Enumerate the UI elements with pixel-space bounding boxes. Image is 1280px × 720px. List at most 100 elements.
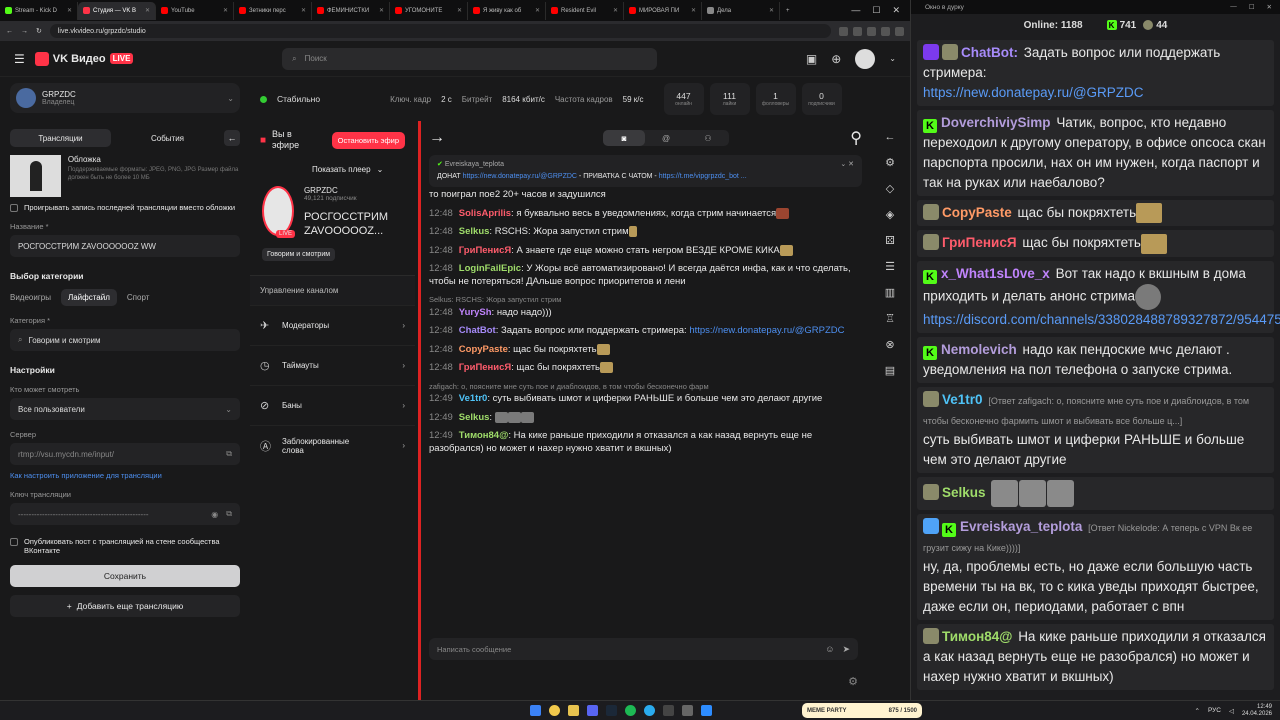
copy-icon[interactable]: ⧉ xyxy=(226,449,232,459)
close-icon[interactable]: ✕ xyxy=(892,5,900,16)
dice-icon[interactable]: ⚄ xyxy=(885,234,895,247)
message-user[interactable]: Тимон84@ xyxy=(942,629,1012,644)
extension-icon[interactable] xyxy=(895,26,904,36)
menu-item-blocked-words[interactable]: Ⓐ Заблокированные слова › xyxy=(250,425,415,465)
settings-icon[interactable]: ⚙ xyxy=(885,156,895,169)
chrome-icon[interactable] xyxy=(549,705,560,716)
app-icon[interactable] xyxy=(701,705,712,716)
chat-input[interactable]: Написать сообщение ☺ ➤ xyxy=(429,638,858,660)
save-button[interactable]: Сохранить xyxy=(10,565,240,587)
media-icon[interactable]: ▤ xyxy=(885,364,895,377)
folder-icon[interactable] xyxy=(568,705,579,716)
tab-lifestyle[interactable]: Лайфстайл xyxy=(60,289,117,306)
show-player-button[interactable]: Показать плеер ⌄ xyxy=(312,165,415,174)
browser-tab[interactable]: Дела ✕ xyxy=(702,1,780,20)
message-user[interactable]: LoginFailEpic xyxy=(459,263,521,274)
menu-item-moderators[interactable]: ✈ Модераторы › xyxy=(250,305,415,345)
browser-tab[interactable]: Resident Evil ✕ xyxy=(546,1,624,20)
close-tab-icon[interactable]: ✕ xyxy=(379,7,384,14)
replay-checkbox[interactable]: Проигрывать запись последней трансляции … xyxy=(10,203,240,212)
chat-tab-messages[interactable]: ◙ xyxy=(603,130,645,146)
close-tab-icon[interactable]: ✕ xyxy=(301,7,306,14)
channel-selector[interactable]: GRPZDC Владелец ⌄ xyxy=(10,83,240,113)
who-can-watch-select[interactable]: Все пользователи ⌄ xyxy=(10,398,240,420)
message-user[interactable]: CopyPaste xyxy=(942,205,1012,220)
close-tab-icon[interactable]: ✕ xyxy=(613,7,618,14)
close-tab-icon[interactable]: ✕ xyxy=(223,7,228,14)
steam-icon[interactable] xyxy=(606,705,617,716)
eye-icon[interactable]: ◉ xyxy=(211,510,218,519)
search-input[interactable]: ⌕ Поиск xyxy=(282,47,658,70)
message-user[interactable]: Selkus xyxy=(459,226,490,237)
message-user[interactable]: ChatBot: xyxy=(961,45,1018,60)
maximize-icon[interactable]: ☐ xyxy=(872,5,880,16)
chevron-up-icon[interactable]: ⌃ xyxy=(1194,707,1199,715)
spotify-icon[interactable] xyxy=(625,705,636,716)
stop-stream-button[interactable]: Остановить эфир xyxy=(331,131,405,149)
message-user[interactable]: ГриПенисЯ xyxy=(942,235,1017,250)
list-icon[interactable]: ☰ xyxy=(885,260,895,273)
tab-games[interactable]: Видеоигры xyxy=(10,293,51,302)
close-icon[interactable]: ⌄ ✕ xyxy=(840,159,854,171)
windows-start-icon[interactable] xyxy=(530,705,541,716)
expand-icon[interactable]: → xyxy=(429,129,445,147)
chat-tab-mentions[interactable]: @ xyxy=(645,130,687,146)
message-user[interactable]: Selkus xyxy=(942,485,986,500)
app-icon[interactable] xyxy=(682,705,693,716)
back-icon[interactable]: ← xyxy=(885,131,896,143)
menu-icon[interactable]: ☰ xyxy=(14,52,25,66)
message-user[interactable]: x_What1sL0ve_x xyxy=(941,266,1050,281)
discord-icon[interactable] xyxy=(587,705,598,716)
browser-tab[interactable]: ФЕМИНИСТКИ ✕ xyxy=(312,1,390,20)
message-user[interactable]: Evreiskaya_teplota xyxy=(960,519,1082,534)
stream-key-field[interactable]: ----------------------------------------… xyxy=(10,503,240,525)
close-tab-icon[interactable]: ✕ xyxy=(145,7,150,14)
message-user[interactable]: DoverchiviySimp xyxy=(941,115,1051,130)
message-user[interactable]: Ve1tr0 xyxy=(459,393,488,404)
close-icon[interactable]: ✕ xyxy=(1267,3,1272,11)
stream-name-field[interactable]: РОСГОССТРИМ ZAVOOOOOOZ WW xyxy=(10,235,240,257)
gem-icon[interactable]: ◈ xyxy=(886,208,894,221)
message-user[interactable]: Selkus xyxy=(459,412,490,423)
maximize-icon[interactable]: ☐ xyxy=(1249,3,1255,11)
extension-icon[interactable] xyxy=(839,26,848,36)
close-tab-icon[interactable]: ✕ xyxy=(457,7,462,14)
message-user[interactable]: Ve1tr0 xyxy=(942,392,983,407)
reload-icon[interactable]: ↻ xyxy=(36,27,42,35)
message-user[interactable]: SolisAprilis xyxy=(459,208,511,219)
meme-party-widget[interactable]: MEME PARTY 875 / 1500 xyxy=(802,703,922,718)
close-tab-icon[interactable]: ✕ xyxy=(769,7,774,14)
emoji-icon[interactable]: ☺ xyxy=(825,644,834,655)
diamond-icon[interactable]: ◇ xyxy=(886,182,894,195)
menu-item-bans[interactable]: ⊘ Баны › xyxy=(250,385,415,425)
message-user[interactable]: ГриПенисЯ xyxy=(459,245,511,256)
notifications-icon[interactable]: ▣ xyxy=(806,52,817,66)
message-user[interactable]: ChatBot xyxy=(459,325,496,336)
new-tab-icon[interactable]: + xyxy=(780,8,796,14)
message-user[interactable]: CopyPaste xyxy=(459,344,508,355)
category-tag[interactable]: Говорим и смотрим xyxy=(262,248,336,261)
message-link[interactable]: https://discord.com/channels/33802848878… xyxy=(923,312,1280,327)
category-field[interactable]: ⌕ Говорим и смотрим xyxy=(10,329,240,351)
close-circle-icon[interactable]: ⊗ xyxy=(885,338,894,351)
server-field[interactable]: rtmp://vsu.mycdn.me/input/ ⧉ xyxy=(10,443,240,465)
avatar[interactable] xyxy=(855,48,876,69)
minimize-icon[interactable]: — xyxy=(851,5,860,16)
close-tab-icon[interactable]: ✕ xyxy=(691,7,696,14)
extension-icon[interactable] xyxy=(867,26,876,36)
copy-icon[interactable]: ⧉ xyxy=(226,509,232,519)
add-stream-button[interactable]: + Добавить еще трансляцию xyxy=(10,595,240,617)
back-icon[interactable]: ← xyxy=(6,28,13,35)
add-icon[interactable]: ⊕ xyxy=(831,52,841,66)
chat-tab-users[interactable]: ⚇ xyxy=(687,130,729,146)
extension-icon[interactable] xyxy=(881,26,890,36)
language-indicator[interactable]: РУС xyxy=(1208,707,1221,714)
message-user[interactable]: Тимон84@ xyxy=(459,430,509,441)
browser-tab[interactable]: МИРОВАЯ ПИ ✕ xyxy=(624,1,702,20)
browser-tab[interactable]: УГОМОНИТЕ ✕ xyxy=(390,1,468,20)
telegram-icon[interactable] xyxy=(644,705,655,716)
browser-tab[interactable]: Студия — VK В ✕ xyxy=(78,1,156,20)
close-tab-icon[interactable]: ✕ xyxy=(67,7,72,14)
chart-icon[interactable]: ▥ xyxy=(885,286,895,299)
tab-streams[interactable]: Трансляции xyxy=(10,129,111,147)
